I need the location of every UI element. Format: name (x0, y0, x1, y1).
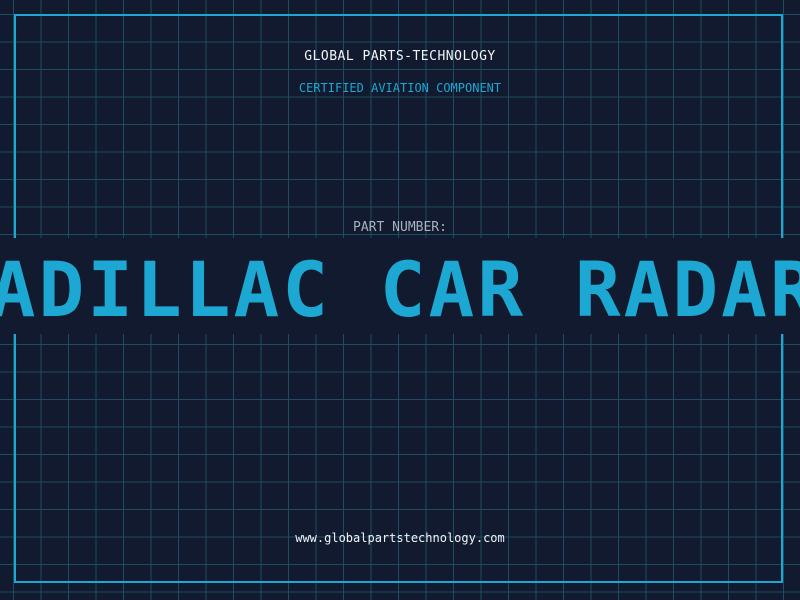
company-name: GLOBAL PARTS-TECHNOLOGY (304, 49, 496, 64)
part-number-banner: CADILLAC CAR RADAR SYSTEM (0, 238, 800, 334)
certification-text: CERTIFIED AVIATION COMPONENT (298, 81, 502, 95)
part-number-label: PART NUMBER: (353, 220, 447, 235)
part-number-value: CADILLAC CAR RADAR SYSTEM (0, 245, 800, 334)
website-link[interactable]: www.globalpartstechnology.com (0, 530, 800, 546)
